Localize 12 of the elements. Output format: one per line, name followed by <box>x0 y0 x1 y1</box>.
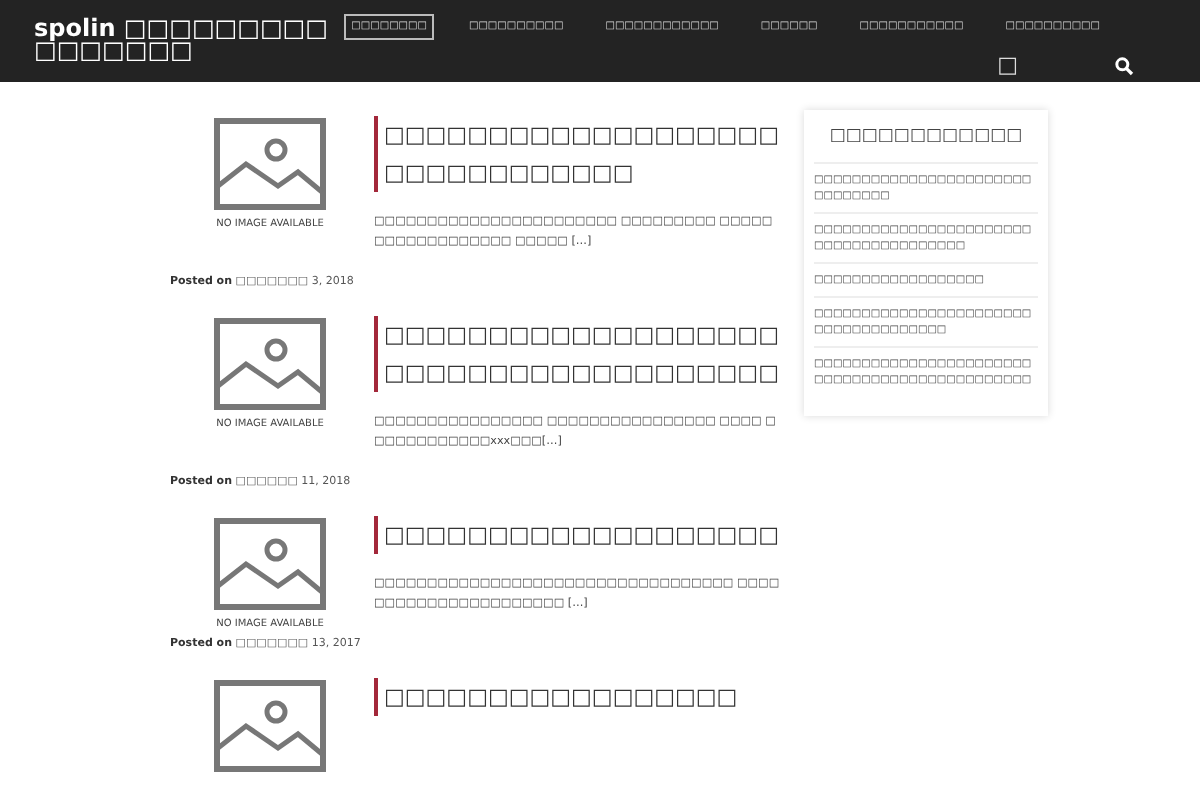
site-title[interactable]: spolin □□□□□□□□□ □□□□□□□ <box>34 0 334 82</box>
search-icon[interactable] <box>1114 55 1134 75</box>
post-title[interactable]: □□□□□□□□□□□□□□□□□□□□□□□□□□□□□□□□□□□□□□ <box>374 316 780 392</box>
image-placeholder-icon <box>214 680 326 772</box>
post-title[interactable]: □□□□□□□□□□□□□□□□□ <box>374 678 780 716</box>
post-title[interactable]: □□□□□□□□□□□□□□□□□□□□□□□□□□□□□□□ <box>374 116 780 192</box>
image-placeholder-icon <box>214 118 326 210</box>
image-placeholder-icon <box>214 518 326 610</box>
post-title[interactable]: □□□□□□□□□□□□□□□□□□□ <box>374 516 780 554</box>
widget-title: □□□□□□□□□□□□ <box>827 126 1025 146</box>
image-placeholder-icon <box>214 318 326 410</box>
nav-item[interactable]: □ <box>991 53 1024 77</box>
